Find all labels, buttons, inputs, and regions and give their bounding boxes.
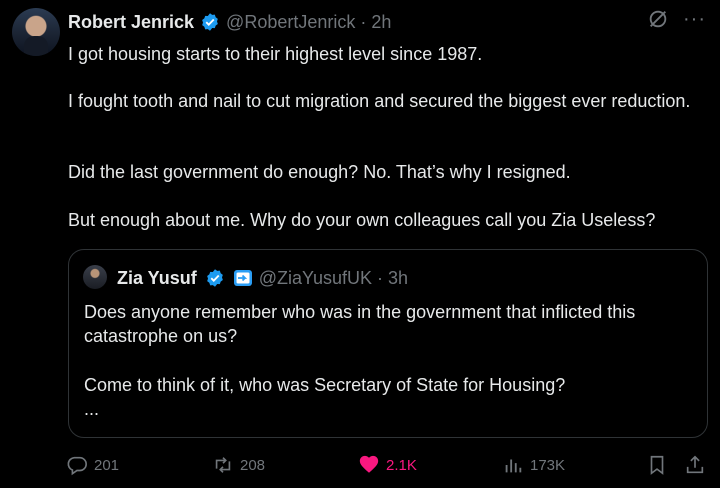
heart-icon xyxy=(359,455,379,473)
quoted-paragraph: Does anyone remember who was in the gove… xyxy=(84,302,636,346)
bookmark-button[interactable] xyxy=(646,454,674,476)
verified-badge-icon[interactable] xyxy=(200,12,220,32)
like-count: 2.1K xyxy=(386,456,417,474)
tweet-actions-bar: 201 208 2.1K 173K xyxy=(66,454,710,478)
author-handle[interactable]: @RobertJenrick xyxy=(226,12,355,33)
bookmark-icon xyxy=(650,455,664,475)
views-icon xyxy=(505,459,522,473)
tweet-paragraph: I fought tooth and nail to cut migration… xyxy=(68,91,691,111)
affiliate-badge-icon[interactable] xyxy=(233,268,253,288)
quoted-paragraph: Come to think of it, who was Secretary o… xyxy=(84,375,566,395)
repost-button[interactable]: 208 xyxy=(212,454,265,476)
like-button[interactable]: 2.1K xyxy=(358,454,417,476)
tweet-header: Robert Jenrick @RobertJenrick · 2h xyxy=(68,10,391,34)
tweet-paragraph: But enough about me. Why do your own col… xyxy=(68,210,656,230)
reply-icon xyxy=(67,456,87,476)
repost-icon xyxy=(215,457,231,473)
quoted-author-handle[interactable]: @ZiaYusufUK xyxy=(259,268,372,289)
tweet-paragraph: Did the last government do enough? No. T… xyxy=(68,162,571,182)
quoted-tweet-timestamp[interactable]: 3h xyxy=(388,268,408,289)
quoted-tweet-header: Zia Yusuf @ZiaYusufUK · 3h xyxy=(117,267,408,289)
separator-dot: · xyxy=(377,267,384,288)
quoted-author-avatar[interactable] xyxy=(83,265,107,289)
author-avatar[interactable] xyxy=(12,8,60,56)
grok-icon[interactable] xyxy=(647,8,669,30)
author-name[interactable]: Robert Jenrick xyxy=(68,12,194,33)
quoted-ellipsis: ... xyxy=(84,399,100,419)
quoted-tweet[interactable]: Zia Yusuf @ZiaYusufUK · 3h Does anyone r… xyxy=(68,249,708,438)
quoted-author-name[interactable]: Zia Yusuf xyxy=(117,268,197,289)
top-right-actions: ··· xyxy=(647,8,706,30)
verified-badge-icon[interactable] xyxy=(205,268,225,288)
tweet-paragraph: I got housing starts to their highest le… xyxy=(68,44,483,64)
more-options-icon[interactable]: ··· xyxy=(683,9,706,29)
share-icon xyxy=(686,455,704,474)
views-button[interactable]: 173K xyxy=(502,454,565,476)
share-button[interactable] xyxy=(684,454,712,476)
view-count: 173K xyxy=(530,456,566,474)
repost-count: 208 xyxy=(240,456,266,474)
separator-dot: · xyxy=(360,11,367,32)
reply-button[interactable]: 201 xyxy=(66,454,119,476)
reply-count: 201 xyxy=(94,456,120,474)
tweet-timestamp[interactable]: 2h xyxy=(371,12,391,33)
